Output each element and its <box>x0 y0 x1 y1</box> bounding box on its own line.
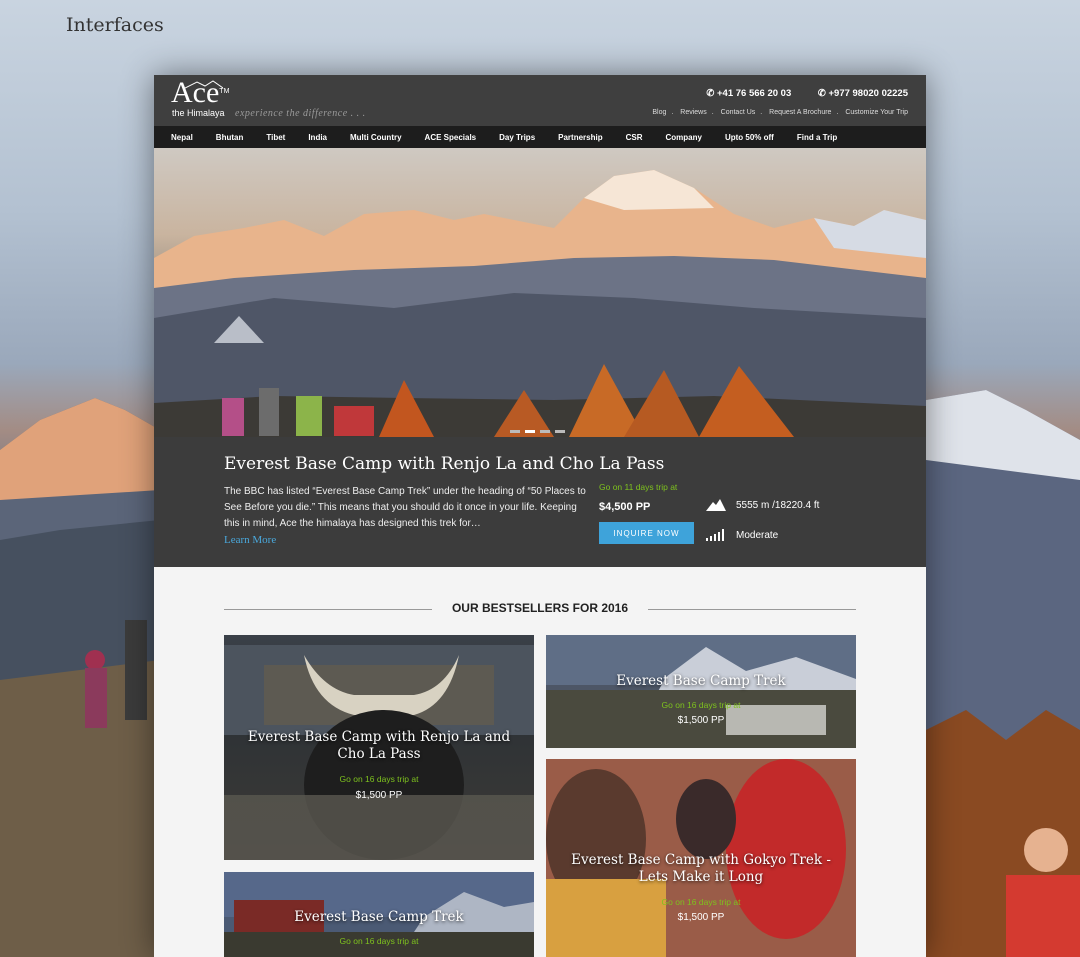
trip-card[interactable]: Everest Base Camp with Gokyo Trek - Lets… <box>546 759 856 957</box>
section-caption: Interfaces <box>66 14 164 36</box>
trip-card-title: Everest Base Camp with Renjo La and Cho … <box>247 729 511 762</box>
slider-dot-active[interactable] <box>525 430 535 433</box>
trip-card-price: $1,500 PP <box>355 790 403 801</box>
signal-bars-icon <box>706 529 724 541</box>
nav-item-day-trips[interactable]: Day Trips <box>499 133 535 142</box>
nav-item-upto-50-off[interactable]: Upto 50% off <box>725 133 774 142</box>
background-mountain-left <box>0 398 160 957</box>
learn-more-link[interactable]: Learn More <box>224 534 276 546</box>
link-request-brochure[interactable]: Request A Brochure <box>769 109 831 116</box>
altitude-stat: 5555 m /18220.4 ft <box>706 499 819 511</box>
phone-icon: ✆ <box>706 88 715 99</box>
trip-card[interactable]: Everest Base Camp with Renjo La and Cho … <box>224 635 534 860</box>
phone-link-1[interactable]: ✆ +41 76 566 20 03 <box>694 88 791 99</box>
trip-card-title: Everest Base Camp Trek <box>294 909 464 925</box>
trip-duration: Go on 11 days trip at <box>599 482 678 492</box>
difficulty-stat: Moderate <box>706 529 778 541</box>
featured-trip-title[interactable]: Everest Base Camp with Renjo La and Cho … <box>224 454 664 474</box>
trip-card-price: $1,500 PP <box>677 912 725 923</box>
trip-card[interactable]: Everest Base Camp Trek Go on 16 days tri… <box>546 635 856 748</box>
website-mockup: AceTM the Himalaya experience the differ… <box>154 75 926 957</box>
trip-card-price: $1,500 PP <box>677 715 725 726</box>
main-nav: Nepal Bhutan Tibet India Multi Country A… <box>154 126 926 148</box>
nav-item-tibet[interactable]: Tibet <box>266 133 285 142</box>
inquire-now-button[interactable]: INQUIRE NOW <box>599 522 694 544</box>
background-mountain-right <box>926 390 1080 957</box>
link-reviews[interactable]: Reviews <box>680 109 706 116</box>
trip-card-duration: Go on 16 days trip at <box>661 700 741 710</box>
link-customize-trip[interactable]: Customize Your Trip <box>845 109 908 116</box>
nav-item-partnership[interactable]: Partnership <box>558 133 602 142</box>
logo-subtitle: the Himalaya <box>172 108 225 118</box>
trip-card[interactable]: Everest Base Camp Trek Go on 16 days tri… <box>224 872 534 957</box>
trip-card-title: Everest Base Camp with Gokyo Trek - Lets… <box>571 852 831 885</box>
phone-numbers: ✆ +41 76 566 20 03 ✆ +977 98020 02225 <box>682 88 908 99</box>
nav-item-csr[interactable]: CSR <box>626 133 643 142</box>
village-image <box>546 635 856 748</box>
slider-dot[interactable] <box>555 430 565 433</box>
nav-item-nepal[interactable]: Nepal <box>171 133 193 142</box>
featured-trip-description: The BBC has listed “Everest Base Camp Tr… <box>224 486 586 529</box>
phone-icon: ✆ <box>817 88 826 99</box>
hero-slider[interactable] <box>154 148 926 437</box>
nav-item-company[interactable]: Company <box>666 133 702 142</box>
nav-item-india[interactable]: India <box>308 133 327 142</box>
nav-item-multi-country[interactable]: Multi Country <box>350 133 402 142</box>
bestsellers-title: OUR BESTSELLERS FOR 2016 <box>451 601 629 615</box>
hero-mountain-image <box>154 170 926 437</box>
utility-links: Blog. Reviews. Contact Us. Request A Bro… <box>652 109 908 116</box>
trip-card-title: Everest Base Camp Trek <box>616 673 786 689</box>
nav-item-find-a-trip[interactable]: Find a Trip <box>797 133 837 142</box>
altitude-value: 5555 m /18220.4 ft <box>736 499 820 511</box>
mountain-icon <box>706 499 726 511</box>
site-logo[interactable]: AceTM the Himalaya experience the differ… <box>171 78 365 120</box>
mountain-logo-icon <box>183 80 223 90</box>
phone-number-2: +977 98020 02225 <box>828 88 908 99</box>
site-header: AceTM the Himalaya experience the differ… <box>154 75 926 126</box>
trip-card-duration: Go on 16 days trip at <box>339 774 419 784</box>
logo-tagline: experience the difference . . . <box>235 108 366 119</box>
nav-item-bhutan[interactable]: Bhutan <box>216 133 244 142</box>
trip-card-duration: Go on 16 days trip at <box>339 936 419 946</box>
link-blog[interactable]: Blog <box>652 109 666 116</box>
slider-dots <box>510 420 570 437</box>
logo-trademark: TM <box>219 88 230 95</box>
slider-dot[interactable] <box>510 430 520 433</box>
phone-link-2[interactable]: ✆ +977 98020 02225 <box>806 88 908 99</box>
difficulty-value: Moderate <box>736 529 779 541</box>
bestsellers-heading: OUR BESTSELLERS FOR 2016 <box>224 601 856 617</box>
link-contact-us[interactable]: Contact Us <box>721 109 756 116</box>
trip-card-duration: Go on 16 days trip at <box>661 897 741 907</box>
phone-number-1: +41 76 566 20 03 <box>717 88 792 99</box>
nav-item-ace-specials[interactable]: ACE Specials <box>425 133 477 142</box>
trip-price: $4,500 PP <box>599 501 651 513</box>
slider-dot[interactable] <box>540 430 550 433</box>
featured-trip-panel: Everest Base Camp with Renjo La and Cho … <box>154 437 926 567</box>
